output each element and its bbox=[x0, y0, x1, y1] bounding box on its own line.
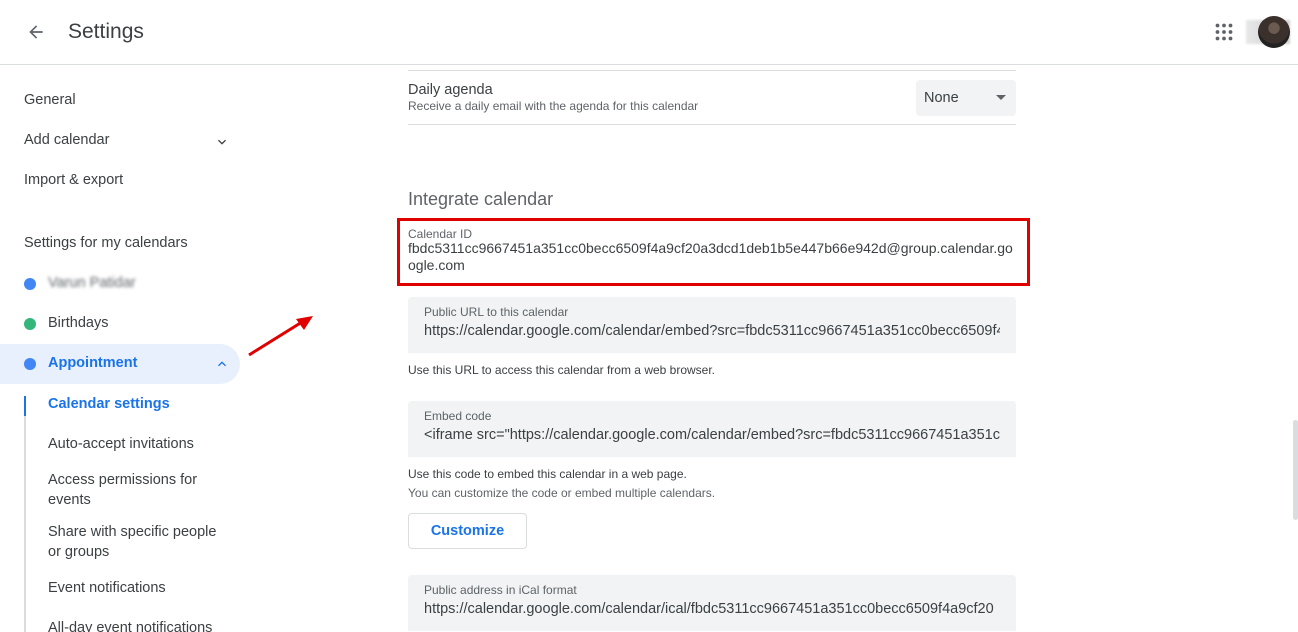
select-value: None bbox=[924, 90, 959, 106]
divider bbox=[408, 124, 1016, 125]
calendar-color-dot bbox=[24, 358, 36, 370]
calendar-label: Birthdays bbox=[48, 315, 109, 331]
public-url-help: Use this URL to access this calendar fro… bbox=[408, 363, 716, 377]
embed-code-value[interactable]: <iframe src="https://calendar.google.com… bbox=[424, 427, 1000, 443]
divider bbox=[408, 70, 1016, 71]
dropdown-caret-icon bbox=[996, 95, 1006, 100]
customize-button[interactable]: Customize bbox=[408, 513, 527, 549]
calendar-id-value[interactable]: fbdc5311cc9667451a351cc0becc6509f4a9cf20… bbox=[408, 240, 1018, 274]
ical-address-label: Public address in iCal format bbox=[424, 583, 577, 597]
apps-button[interactable] bbox=[1210, 18, 1238, 46]
avatar[interactable] bbox=[1258, 16, 1290, 48]
sidebar-item-birthdays[interactable]: Birthdays bbox=[0, 304, 240, 344]
subnav-divider bbox=[24, 396, 26, 632]
calendar-color-dot bbox=[24, 318, 36, 330]
subnav-auto-accept[interactable]: Auto-accept invitations bbox=[48, 434, 228, 454]
public-url-value[interactable]: https://calendar.google.com/calendar/emb… bbox=[424, 323, 1000, 339]
subnav-calendar-settings[interactable]: Calendar settings bbox=[48, 394, 228, 414]
daily-agenda-description: Receive a daily email with the agenda fo… bbox=[408, 99, 699, 113]
ical-address-value[interactable]: https://calendar.google.com/calendar/ica… bbox=[424, 601, 1000, 617]
sidebar-item-add-calendar[interactable]: Add calendar bbox=[24, 132, 109, 148]
apps-grid-icon bbox=[1215, 23, 1233, 41]
arrow-back-icon bbox=[29, 25, 43, 39]
subnav-active-indicator bbox=[24, 396, 26, 416]
chevron-up-icon[interactable] bbox=[214, 356, 230, 372]
embed-code-field[interactable]: Embed code <iframe src="https://calendar… bbox=[408, 401, 1016, 457]
account-area[interactable] bbox=[1246, 14, 1290, 50]
calendar-id-label: Calendar ID bbox=[408, 227, 473, 241]
annotation-arrow bbox=[248, 316, 313, 357]
sidebar-item-import-export[interactable]: Import & export bbox=[24, 172, 123, 188]
page-title: Settings bbox=[68, 20, 144, 43]
subnav-all-day-notifications[interactable]: All-day event notifications bbox=[48, 618, 228, 632]
sidebar-item-calendar-personal[interactable]: Varun Patidar bbox=[0, 264, 240, 304]
calendar-label-blurred: Varun Patidar bbox=[48, 275, 136, 291]
sidebar-item-appointment[interactable]: Appointment bbox=[0, 344, 240, 384]
back-button[interactable] bbox=[22, 18, 50, 46]
public-url-field[interactable]: Public URL to this calendar https://cale… bbox=[408, 297, 1016, 353]
integrate-calendar-heading: Integrate calendar bbox=[408, 189, 554, 209]
sidebar-item-general[interactable]: General bbox=[24, 92, 76, 108]
subnav-share-specific[interactable]: Share with specific people or groups bbox=[48, 522, 228, 562]
embed-code-help: Use this code to embed this calendar in … bbox=[408, 467, 687, 481]
embed-code-label: Embed code bbox=[424, 409, 492, 423]
calendar-label: Appointment bbox=[48, 355, 138, 371]
my-calendars-heading: Settings for my calendars bbox=[24, 235, 188, 251]
subnav-access-permissions[interactable]: Access permissions for events bbox=[48, 470, 228, 510]
top-bar: Settings bbox=[0, 0, 1298, 65]
subnav-event-notifications[interactable]: Event notifications bbox=[48, 578, 228, 598]
settings-sidebar: General Add calendar Import & export Set… bbox=[0, 66, 260, 632]
daily-agenda-select[interactable]: None bbox=[916, 80, 1016, 116]
scrollbar[interactable] bbox=[1293, 420, 1298, 520]
embed-code-help-secondary: You can customize the code or embed mult… bbox=[408, 486, 716, 500]
chevron-down-icon[interactable] bbox=[214, 134, 230, 150]
calendar-color-dot bbox=[24, 278, 36, 290]
ical-address-field[interactable]: Public address in iCal format https://ca… bbox=[408, 575, 1016, 631]
public-url-label: Public URL to this calendar bbox=[424, 305, 569, 319]
daily-agenda-title: Daily agenda bbox=[408, 82, 493, 98]
